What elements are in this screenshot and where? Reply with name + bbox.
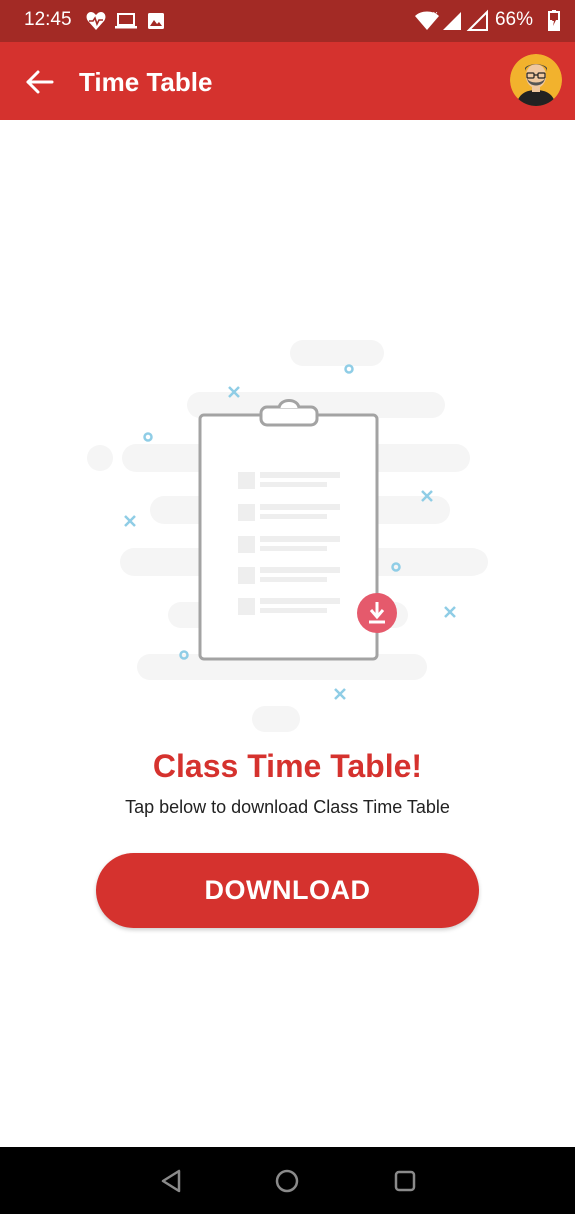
clipboard-download-icon	[87, 340, 488, 732]
battery-charging-icon	[548, 10, 560, 31]
avatar[interactable]	[510, 54, 562, 106]
system-nav-bar	[0, 1147, 575, 1214]
signal-icon	[443, 9, 488, 31]
back-triangle-icon[interactable]	[155, 1165, 187, 1197]
section-heading: Class Time Table!	[152, 748, 423, 784]
status-time: 12:45	[24, 9, 72, 30]
section-subtitle: Tap below to download Class Time Table	[125, 797, 450, 817]
download-button[interactable]: DOWNLOAD	[96, 853, 479, 928]
image-icon	[148, 13, 164, 29]
download-badge-icon	[357, 593, 397, 633]
app-bar: Time Table	[0, 42, 575, 120]
laptop-icon	[115, 13, 137, 29]
back-arrow-icon[interactable]	[22, 66, 56, 98]
wifi-icon: x	[415, 9, 439, 30]
heart-pulse-icon	[86, 12, 106, 30]
battery-percent: 66%	[494, 9, 533, 30]
page-title: Time Table	[79, 67, 213, 97]
svg-text:x: x	[433, 9, 438, 19]
status-right-icons: x	[415, 9, 560, 31]
status-bar: 12:45 x 66%	[0, 0, 575, 42]
recents-square-icon[interactable]	[389, 1165, 421, 1197]
status-left-icons	[86, 12, 164, 30]
home-circle-icon[interactable]	[271, 1165, 303, 1197]
